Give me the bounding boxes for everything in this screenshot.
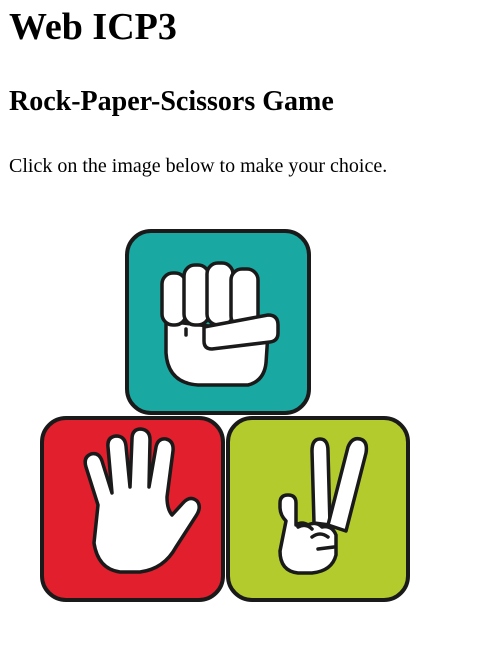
rock-choice[interactable] [125,229,311,415]
choices-svg [40,229,410,602]
paper-choice[interactable] [40,416,225,602]
rock-paper-scissors-image[interactable] [36,225,416,608]
page: Web ICP3 Rock-Paper-Scissors Game Click … [0,0,495,672]
page-title: Web ICP3 [9,6,177,48]
instructions-text: Click on the image below to make your ch… [9,155,388,177]
scissors-choice[interactable] [226,416,410,602]
game-heading: Rock-Paper-Scissors Game [9,86,334,117]
